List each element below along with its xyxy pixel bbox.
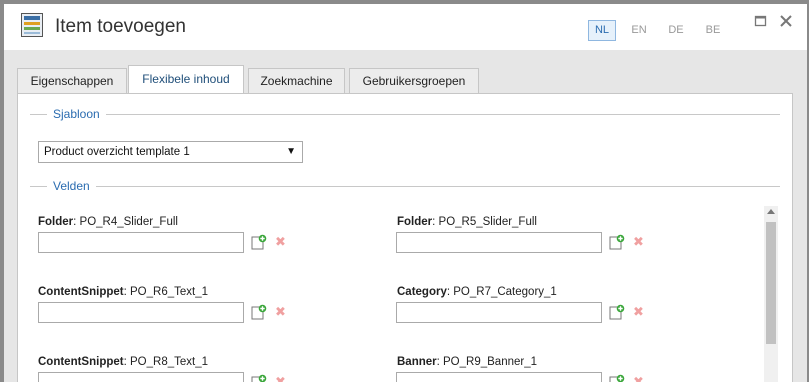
add-item-icon[interactable] bbox=[609, 234, 625, 250]
form-document-icon bbox=[21, 13, 43, 37]
field-label: ContentSnippet: PO_R8_Text_1 bbox=[38, 356, 208, 368]
template-select[interactable]: Product overzicht template 1 ▼ bbox=[38, 141, 303, 163]
field-input[interactable] bbox=[396, 302, 602, 323]
field-label: Folder: PO_R4_Slider_Full bbox=[38, 216, 178, 228]
delete-icon[interactable]: ✖ bbox=[275, 374, 286, 382]
template-legend: Sjabloon bbox=[47, 107, 106, 121]
field-label: ContentSnippet: PO_R6_Text_1 bbox=[38, 286, 208, 298]
dialog-title: Item toevoegen bbox=[55, 16, 186, 37]
add-item-icon[interactable] bbox=[251, 234, 267, 250]
field-name: PO_R7_Category_1 bbox=[453, 286, 557, 298]
field-type: ContentSnippet bbox=[38, 356, 124, 368]
delete-icon[interactable]: ✖ bbox=[633, 234, 644, 250]
add-item-icon[interactable] bbox=[251, 304, 267, 320]
template-select-value: Product overzicht template 1 bbox=[44, 146, 190, 158]
field-input[interactable] bbox=[38, 232, 244, 253]
delete-icon[interactable]: ✖ bbox=[275, 304, 286, 320]
field-name: PO_R5_Slider_Full bbox=[438, 216, 537, 228]
tab-flexibele-inhoud[interactable]: Flexibele inhoud bbox=[128, 65, 244, 94]
dialog: Item toevoegen NL EN DE BE Eigenschappen… bbox=[4, 4, 807, 382]
field-input[interactable] bbox=[396, 372, 602, 382]
lang-tab-en[interactable]: EN bbox=[625, 20, 653, 41]
field-label: Folder: PO_R5_Slider_Full bbox=[397, 216, 537, 228]
lang-tab-nl[interactable]: NL bbox=[588, 20, 616, 41]
fields-legend: Velden bbox=[47, 179, 96, 193]
delete-icon[interactable]: ✖ bbox=[633, 304, 644, 320]
lang-tab-de[interactable]: DE bbox=[662, 20, 690, 41]
field-input[interactable] bbox=[38, 372, 244, 382]
dropdown-arrow-icon: ▼ bbox=[286, 146, 296, 157]
tab-eigenschappen[interactable]: Eigenschappen bbox=[17, 68, 127, 93]
field-label: Category: PO_R7_Category_1 bbox=[397, 286, 557, 298]
add-item-icon[interactable] bbox=[609, 374, 625, 382]
field-type: Folder bbox=[397, 216, 433, 228]
vertical-scrollbar[interactable] bbox=[764, 206, 778, 382]
field-type: Banner bbox=[397, 356, 437, 368]
delete-icon[interactable]: ✖ bbox=[275, 234, 286, 250]
close-icon[interactable] bbox=[779, 14, 793, 28]
field-name: PO_R9_Banner_1 bbox=[443, 356, 537, 368]
field-type: ContentSnippet bbox=[38, 286, 124, 298]
field-name: PO_R8_Text_1 bbox=[130, 356, 208, 368]
fieldset-divider bbox=[30, 186, 780, 187]
field-type: Category bbox=[397, 286, 447, 298]
field-type: Folder bbox=[38, 216, 74, 228]
delete-icon[interactable]: ✖ bbox=[633, 374, 644, 382]
add-item-icon[interactable] bbox=[609, 304, 625, 320]
title-bar: Item toevoegen NL EN DE BE bbox=[4, 4, 807, 50]
tab-gebruikersgroepen[interactable]: Gebruikersgroepen bbox=[349, 68, 479, 93]
field-label: Banner: PO_R9_Banner_1 bbox=[397, 356, 537, 368]
field-input[interactable] bbox=[396, 232, 602, 253]
scroll-thumb[interactable] bbox=[766, 222, 776, 344]
field-input[interactable] bbox=[38, 302, 244, 323]
tab-panel: Sjabloon Product overzicht template 1 ▼ … bbox=[17, 93, 793, 382]
scroll-up-icon[interactable] bbox=[767, 209, 775, 214]
field-name: PO_R4_Slider_Full bbox=[79, 216, 178, 228]
fieldset-divider bbox=[30, 114, 780, 115]
tab-container: Eigenschappen Flexibele inhoud Zoekmachi… bbox=[4, 50, 807, 382]
tab-zoekmachine[interactable]: Zoekmachine bbox=[248, 68, 345, 93]
add-item-icon[interactable] bbox=[251, 374, 267, 382]
maximize-icon[interactable] bbox=[754, 14, 768, 28]
field-name: PO_R6_Text_1 bbox=[130, 286, 208, 298]
lang-tab-be[interactable]: BE bbox=[699, 20, 727, 41]
